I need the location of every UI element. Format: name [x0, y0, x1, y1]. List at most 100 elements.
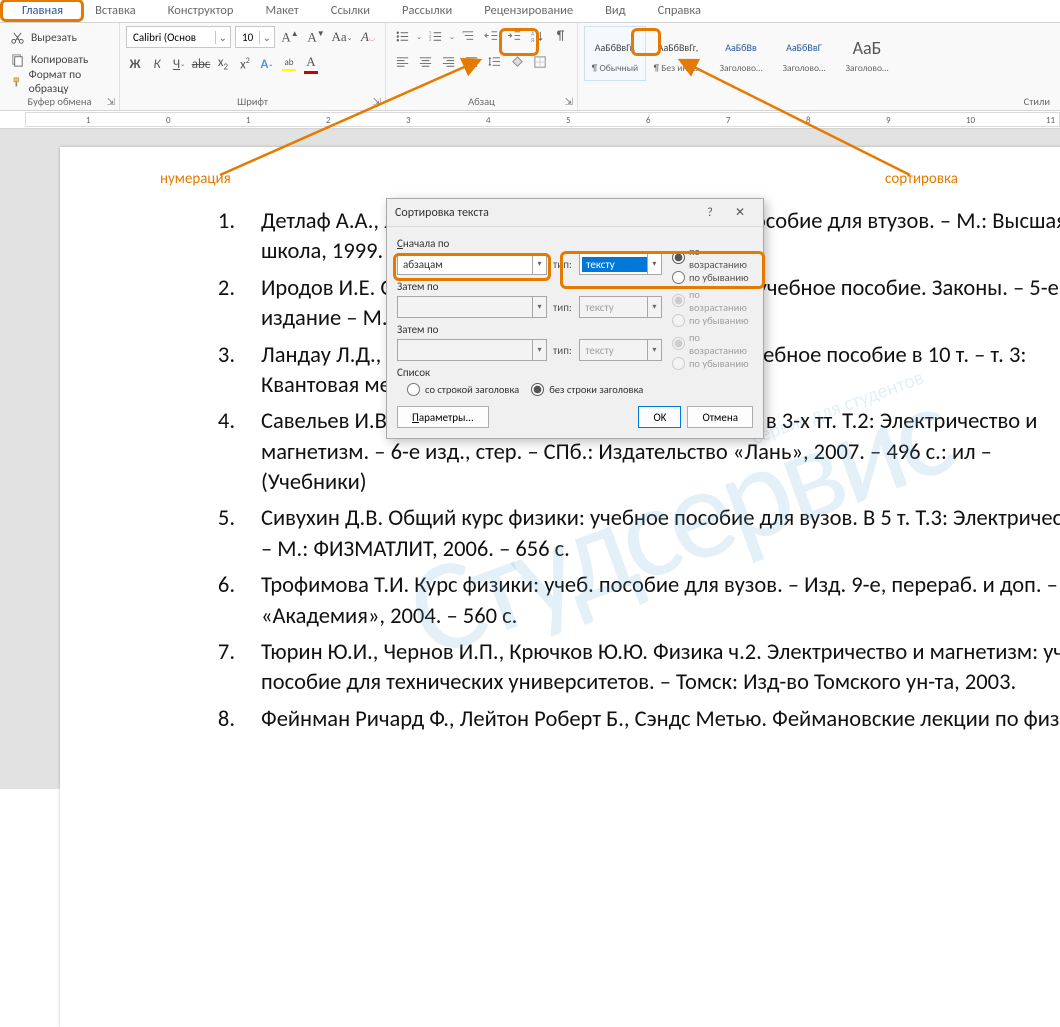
list-item[interactable]: Сивухин Д.В. Общий курс физики: учебное …: [180, 504, 1060, 565]
style-gallery[interactable]: АаБбВвГг,¶ ОбычныйАаБбВвГг,¶ Без инте…Аа…: [584, 26, 898, 94]
show-hide-button[interactable]: ¶: [550, 26, 571, 47]
without-header-radio[interactable]: без строки заголовка: [531, 383, 643, 396]
copy-label: Копировать: [31, 53, 88, 67]
style-title[interactable]: АаБЗаголово…: [836, 26, 898, 81]
first-by-label: начала по: [403, 237, 449, 250]
sort-by-select[interactable]: абзацам▾: [397, 253, 547, 275]
format-painter-button[interactable]: Формат по образцу: [6, 72, 113, 92]
font-name-combo[interactable]: Calibri (Основ: [126, 26, 231, 48]
bullets-dd[interactable]: ⌄: [415, 26, 423, 47]
ribbon: Вырезать Копировать Формат по образцу Бу…: [0, 23, 1060, 111]
shrink-font-button[interactable]: A▼: [305, 26, 327, 48]
borders-button[interactable]: [530, 52, 551, 73]
then-type-select-2: тексту▾: [579, 339, 662, 361]
tab-layout[interactable]: Макет: [249, 0, 314, 22]
close-button[interactable]: ✕: [725, 205, 755, 220]
numbering-button[interactable]: 123: [425, 26, 446, 47]
sort-type-select[interactable]: тексту▾: [579, 253, 662, 275]
sort-type-value: тексту: [582, 257, 647, 272]
subscript-button[interactable]: x2: [214, 53, 232, 75]
text-effects-button[interactable]: A⌄: [258, 53, 276, 75]
style-normal[interactable]: АаБбВвГг,¶ Обычный: [584, 26, 646, 81]
format-painter-label: Формат по образцу: [29, 68, 109, 96]
list-item[interactable]: Трофимова Т.И. Курс физики: учеб. пособи…: [180, 571, 1060, 632]
style-heading1[interactable]: АаБбВвЗаголово…: [710, 26, 772, 81]
tab-references[interactable]: Ссылки: [315, 0, 386, 22]
desc-radio-3: по убыванию: [672, 357, 753, 370]
font-name-value: Calibri (Основ: [127, 31, 215, 44]
change-case-button[interactable]: Aa⌄: [331, 26, 353, 48]
align-left-button[interactable]: [392, 52, 413, 73]
sort-button[interactable]: АЯ: [527, 26, 548, 47]
style-heading2[interactable]: АаБбВвГЗаголово…: [773, 26, 835, 81]
paragraph-group-label: Абзац: [468, 95, 495, 108]
callout-sorting: сортировка: [885, 170, 958, 188]
clipboard-dialog-launcher[interactable]: ⇲: [107, 94, 115, 109]
ruler[interactable]: 10123456789101112: [0, 111, 1060, 129]
ok-button[interactable]: OK: [638, 406, 681, 428]
align-right-button[interactable]: [438, 52, 459, 73]
tab-help[interactable]: Справка: [642, 0, 717, 22]
tab-design[interactable]: Конструктор: [152, 0, 250, 22]
callout-numbering: нумерация: [160, 170, 231, 188]
tab-view[interactable]: Вид: [589, 0, 642, 22]
numbering-dd[interactable]: ⌄: [448, 26, 456, 47]
cut-button[interactable]: Вырезать: [6, 28, 113, 48]
superscript-button[interactable]: x2: [236, 53, 254, 75]
list-item[interactable]: Тюрин Ю.И., Чернов И.П., Крючков Ю.Ю. Фи…: [180, 638, 1060, 699]
italic-button[interactable]: К: [148, 53, 166, 75]
asc-radio-1[interactable]: по возрастанию: [672, 245, 753, 271]
dialog-title: Сортировка текста: [395, 206, 695, 220]
then-by-select-2: ▾: [397, 339, 547, 361]
decrease-indent-button[interactable]: [481, 26, 502, 47]
bold-button[interactable]: Ж: [126, 53, 144, 75]
font-group-label: Шрифт: [237, 95, 268, 108]
group-font: Calibri (Основ 10 A▲ A▼ Aa⌄ A◡ Ж К Ч⌄ ab…: [120, 23, 386, 110]
ribbon-tabs: Главная Вставка Конструктор Макет Ссылки…: [0, 0, 1060, 23]
font-size-combo[interactable]: 10: [235, 26, 275, 48]
tab-mailings[interactable]: Рассылки: [386, 0, 468, 22]
highlight-button[interactable]: ab: [280, 53, 298, 75]
scissors-icon: [10, 31, 25, 46]
paragraph-dialog-launcher[interactable]: ⇲: [565, 94, 573, 109]
shading-button[interactable]: [507, 52, 528, 73]
group-styles: АаБбВвГг,¶ ОбычныйАаБбВвГг,¶ Без инте…Аа…: [578, 23, 1060, 110]
tab-review[interactable]: Рецензирование: [468, 0, 589, 22]
group-clipboard: Вырезать Копировать Формат по образцу Бу…: [0, 23, 120, 110]
font-dialog-launcher[interactable]: ⇲: [373, 94, 381, 109]
dialog-titlebar[interactable]: Сортировка текста ? ✕: [387, 199, 763, 227]
copy-icon: [10, 53, 25, 68]
asc-radio-2: по возрастанию: [672, 288, 753, 314]
svg-text:1: 1: [462, 31, 464, 35]
clear-formatting-button[interactable]: A◡: [357, 26, 379, 48]
list-item[interactable]: Фейнман Ричард Ф., Лейтон Роберт Б., Сэн…: [180, 705, 1060, 735]
line-spacing-button[interactable]: [484, 52, 505, 73]
type-label-1: тип:: [553, 258, 573, 271]
then-type-select-1: тексту▾: [579, 296, 662, 318]
underline-button[interactable]: Ч⌄: [170, 53, 188, 75]
cancel-button[interactable]: Отмена: [687, 406, 753, 428]
desc-radio-1[interactable]: по убыванию: [672, 271, 753, 284]
grow-font-button[interactable]: A▲: [279, 26, 301, 48]
style-nospacing[interactable]: АаБбВвГг,¶ Без инте…: [647, 26, 709, 81]
params-button[interactable]: Параметры...: [397, 406, 489, 428]
justify-button[interactable]: [461, 52, 482, 73]
brush-icon: [10, 75, 23, 90]
font-color-button[interactable]: A: [302, 53, 320, 75]
strikethrough-button[interactable]: abc: [192, 53, 210, 75]
tab-insert[interactable]: Вставка: [79, 0, 152, 22]
increase-indent-button[interactable]: [504, 26, 525, 47]
asc-radio-3: по возрастанию: [672, 331, 753, 357]
align-center-button[interactable]: [415, 52, 436, 73]
help-button[interactable]: ?: [695, 206, 725, 220]
clipboard-group-label: Буфер обмена: [27, 95, 91, 108]
bullets-button[interactable]: [392, 26, 413, 47]
desc-radio-2: по убыванию: [672, 314, 753, 327]
with-header-radio[interactable]: со строкой заголовка: [407, 383, 519, 396]
tab-home[interactable]: Главная: [6, 0, 79, 22]
multilevel-button[interactable]: 1: [458, 26, 479, 47]
svg-text:Я: Я: [531, 37, 534, 44]
then-by-select-1[interactable]: ▾: [397, 296, 547, 318]
group-paragraph: ⌄ 123 ⌄ 1 АЯ ¶: [386, 23, 578, 110]
copy-button[interactable]: Копировать: [6, 50, 113, 70]
